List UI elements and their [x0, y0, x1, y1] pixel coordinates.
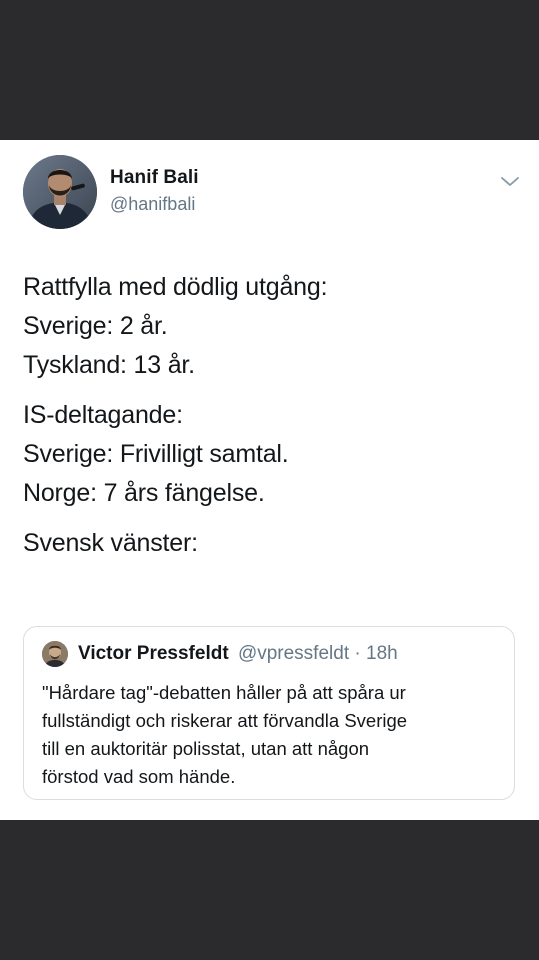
bottom-dark-band: [0, 820, 539, 960]
quoted-tweet-line: "Hårdare tag"-debatten håller på att spå…: [42, 682, 406, 703]
tweet-line: Svensk vänster:: [23, 529, 198, 557]
quoted-tweet-text: "Hårdare tag"-debatten håller på att spå…: [42, 679, 507, 791]
author-handle[interactable]: @hanifbali: [110, 194, 195, 215]
tweet-card[interactable]: Hanif Bali @hanifbali Rattfylla med dödl…: [0, 140, 539, 820]
separator-dot: ·: [354, 643, 361, 664]
profile-photo-icon: [23, 155, 97, 229]
tweet-line: Sverige: 2 år.: [23, 312, 168, 340]
quoted-tweet-timestamp[interactable]: 18h: [366, 643, 398, 664]
top-dark-band: [0, 0, 539, 140]
tweet-paragraph: IS-deltagande: Sverige: Frivilligt samta…: [23, 396, 513, 513]
quoted-author-avatar[interactable]: [42, 641, 68, 667]
tweet-line: IS-deltagande:: [23, 401, 183, 429]
screenshot-frame: Hanif Bali @hanifbali Rattfylla med dödl…: [0, 0, 539, 960]
tweet-line: Rattfylla med dödlig utgång:: [23, 273, 328, 301]
tweet-paragraph: Rattfylla med dödlig utgång: Sverige: 2 …: [23, 268, 513, 385]
tweet-line: Tyskland: 13 år.: [23, 351, 195, 379]
quoted-tweet-line: till en auktoritär polisstat, utan att n…: [42, 738, 370, 759]
tweet-line: Norge: 7 års fängelse.: [23, 479, 265, 507]
tweet-line: Sverige: Frivilligt samtal.: [23, 440, 289, 468]
quoted-author-handle[interactable]: @vpressfeldt: [238, 643, 349, 664]
profile-photo-icon: [42, 641, 68, 667]
author-avatar[interactable]: [23, 155, 97, 229]
quoted-tweet-line: fullständigt och riskerar att förvandla …: [42, 710, 408, 731]
quoted-tweet-card[interactable]: Victor Pressfeldt @vpressfeldt · 18h "Hå…: [23, 626, 515, 800]
tweet-text: Rattfylla med dödlig utgång: Sverige: 2 …: [23, 268, 513, 574]
quoted-tweet-line: förstod vad som hände.: [42, 766, 236, 787]
quoted-tweet-header: Victor Pressfeldt @vpressfeldt · 18h: [78, 643, 398, 665]
quoted-author-name[interactable]: Victor Pressfeldt: [78, 643, 229, 664]
chevron-down-icon[interactable]: [499, 170, 521, 192]
author-name[interactable]: Hanif Bali: [110, 167, 199, 189]
tweet-paragraph: Svensk vänster:: [23, 524, 513, 563]
